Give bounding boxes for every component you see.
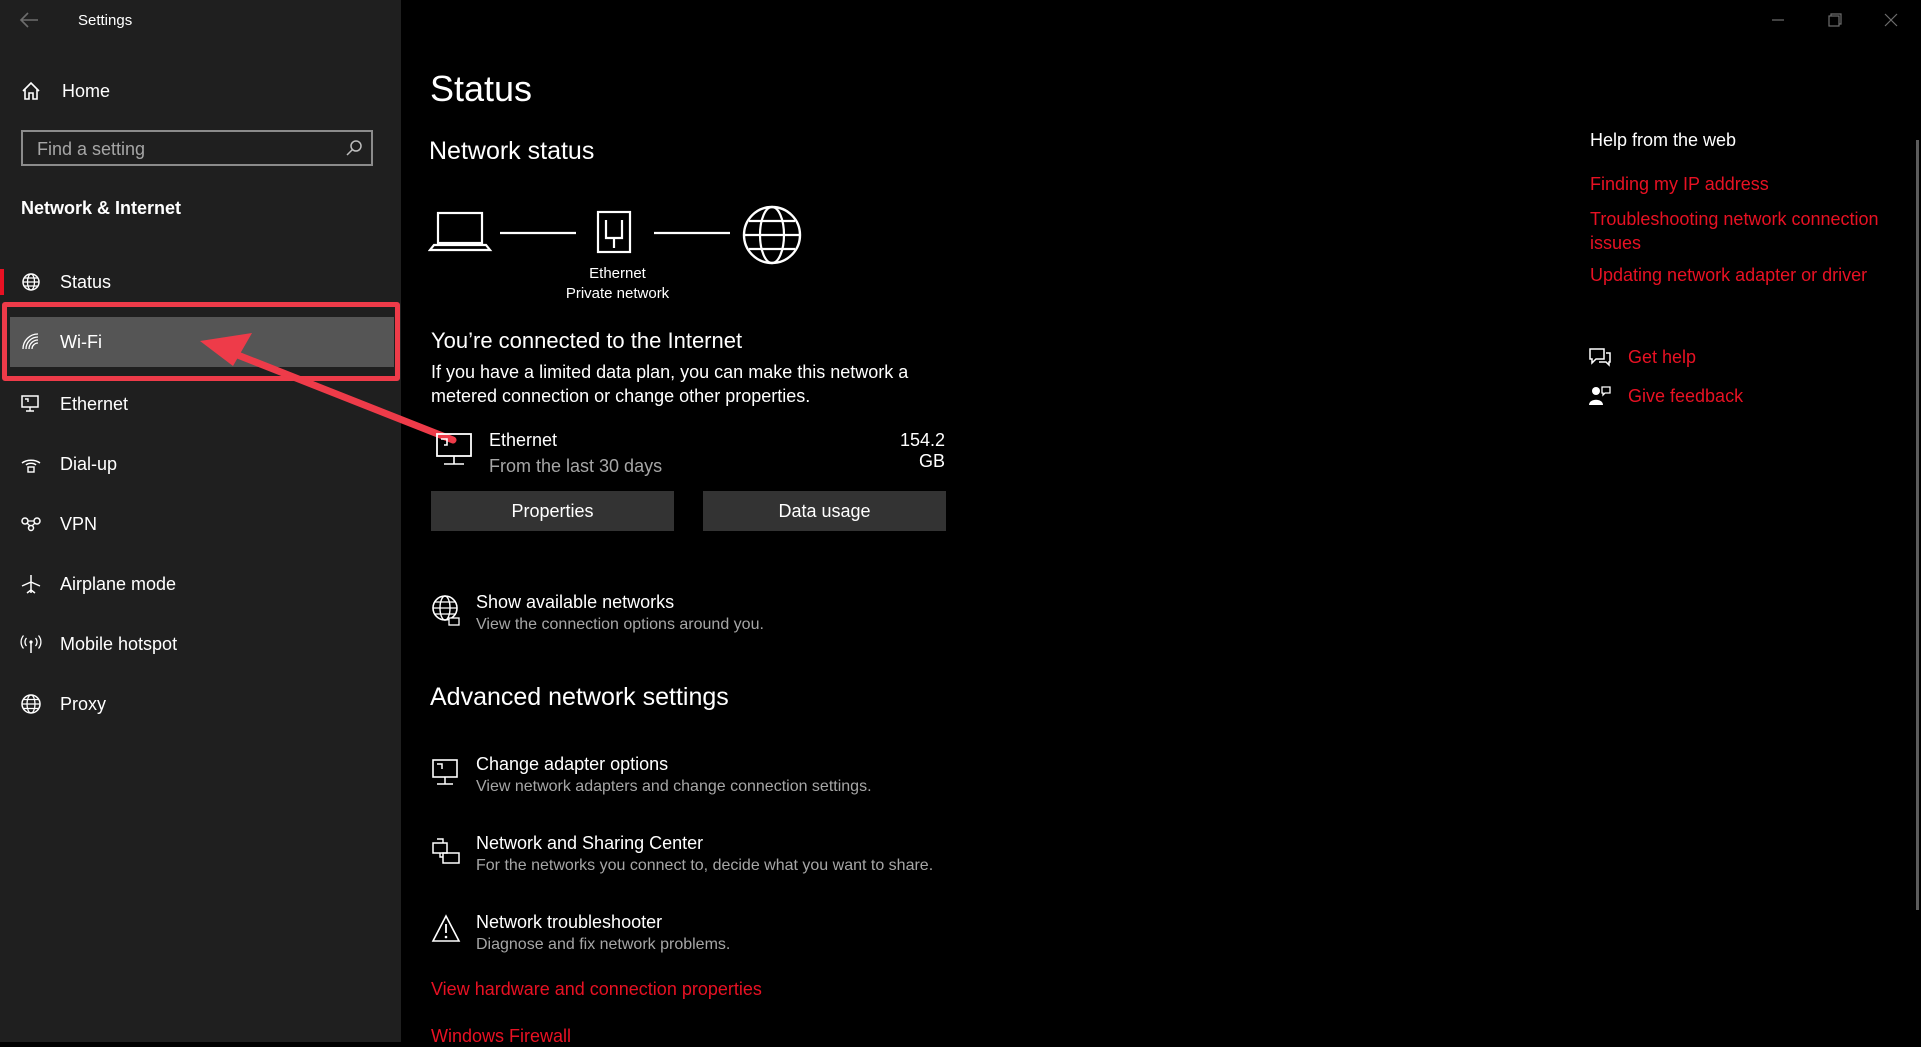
usage-adapter-name: Ethernet bbox=[489, 430, 558, 450]
data-usage-button[interactable]: Data usage bbox=[703, 491, 946, 531]
help-link-updating-driver[interactable]: Updating network adapter or driver bbox=[1590, 265, 1867, 286]
network-sharing-center[interactable]: Network and Sharing Center For the netwo… bbox=[431, 833, 1031, 883]
give-feedback-row[interactable]: Give feedback bbox=[1588, 385, 1743, 407]
diagram-network-type: Private network bbox=[565, 285, 670, 302]
get-help-row[interactable]: Get help bbox=[1588, 346, 1696, 368]
close-button[interactable] bbox=[1873, 8, 1909, 32]
show-networks-title: Show available networks bbox=[476, 592, 675, 612]
troubleshooter-title: Network troubleshooter bbox=[476, 912, 663, 932]
adapter-options-desc: View network adapters and change connect… bbox=[476, 778, 872, 795]
ethernet-port-icon bbox=[596, 210, 632, 254]
help-link-ip-address[interactable]: Finding my IP address bbox=[1590, 174, 1769, 195]
connected-heading: You’re connected to the Internet bbox=[431, 328, 743, 353]
help-heading: Help from the web bbox=[1590, 130, 1737, 150]
network-troubleshooter[interactable]: Network troubleshooter Diagnose and fix … bbox=[431, 912, 1031, 962]
sharing-center-icon bbox=[432, 838, 460, 864]
windows-firewall-link[interactable]: Windows Firewall bbox=[431, 1026, 571, 1047]
show-networks-desc: View the connection options around you. bbox=[476, 616, 764, 633]
hardware-properties-link[interactable]: View hardware and connection properties bbox=[431, 979, 762, 1000]
minimize-icon bbox=[1772, 19, 1784, 21]
show-available-networks[interactable]: Show available networks View the connect… bbox=[431, 592, 1031, 642]
give-feedback-link[interactable]: Give feedback bbox=[1628, 386, 1743, 407]
advanced-heading: Advanced network settings bbox=[430, 683, 729, 711]
connected-desc-line1: If you have a limited data plan, you can… bbox=[431, 362, 909, 382]
laptop-icon bbox=[428, 211, 493, 252]
chat-help-icon bbox=[1589, 348, 1611, 367]
diagram-adapter-label: Ethernet bbox=[589, 265, 646, 282]
warning-icon bbox=[431, 914, 461, 942]
scrollbar[interactable] bbox=[1916, 140, 1919, 910]
sharing-center-desc: For the networks you connect to, decide … bbox=[476, 857, 934, 874]
properties-button[interactable]: Properties bbox=[431, 491, 674, 531]
feedback-icon bbox=[1589, 386, 1611, 405]
connected-desc-line2: metered connection or change other prope… bbox=[431, 386, 811, 406]
restore-button[interactable] bbox=[1817, 8, 1853, 32]
troubleshooter-desc: Diagnose and fix network problems. bbox=[476, 936, 731, 953]
network-diagram bbox=[428, 205, 802, 265]
get-help-link[interactable]: Get help bbox=[1628, 347, 1696, 368]
sharing-center-title: Network and Sharing Center bbox=[476, 833, 704, 853]
help-link-troubleshooting[interactable]: Troubleshooting network connection issue… bbox=[1590, 207, 1900, 255]
page-title: Status bbox=[430, 68, 533, 109]
adapter-icon bbox=[432, 759, 458, 785]
ethernet-adapter-icon bbox=[436, 433, 472, 465]
usage-period: From the last 30 days bbox=[489, 456, 663, 476]
adapter-options-title: Change adapter options bbox=[476, 754, 669, 774]
close-icon bbox=[1884, 13, 1898, 27]
change-adapter-options[interactable]: Change adapter options View network adap… bbox=[431, 754, 1031, 804]
usage-amount: 154.2 GB bbox=[899, 430, 945, 471]
annotation-arrow bbox=[200, 333, 457, 444]
network-status-heading: Network status bbox=[429, 137, 595, 165]
internet-globe-icon bbox=[742, 205, 802, 265]
globe-network-icon bbox=[432, 595, 460, 626]
minimize-button[interactable] bbox=[1760, 8, 1796, 32]
restore-icon bbox=[1828, 13, 1842, 27]
